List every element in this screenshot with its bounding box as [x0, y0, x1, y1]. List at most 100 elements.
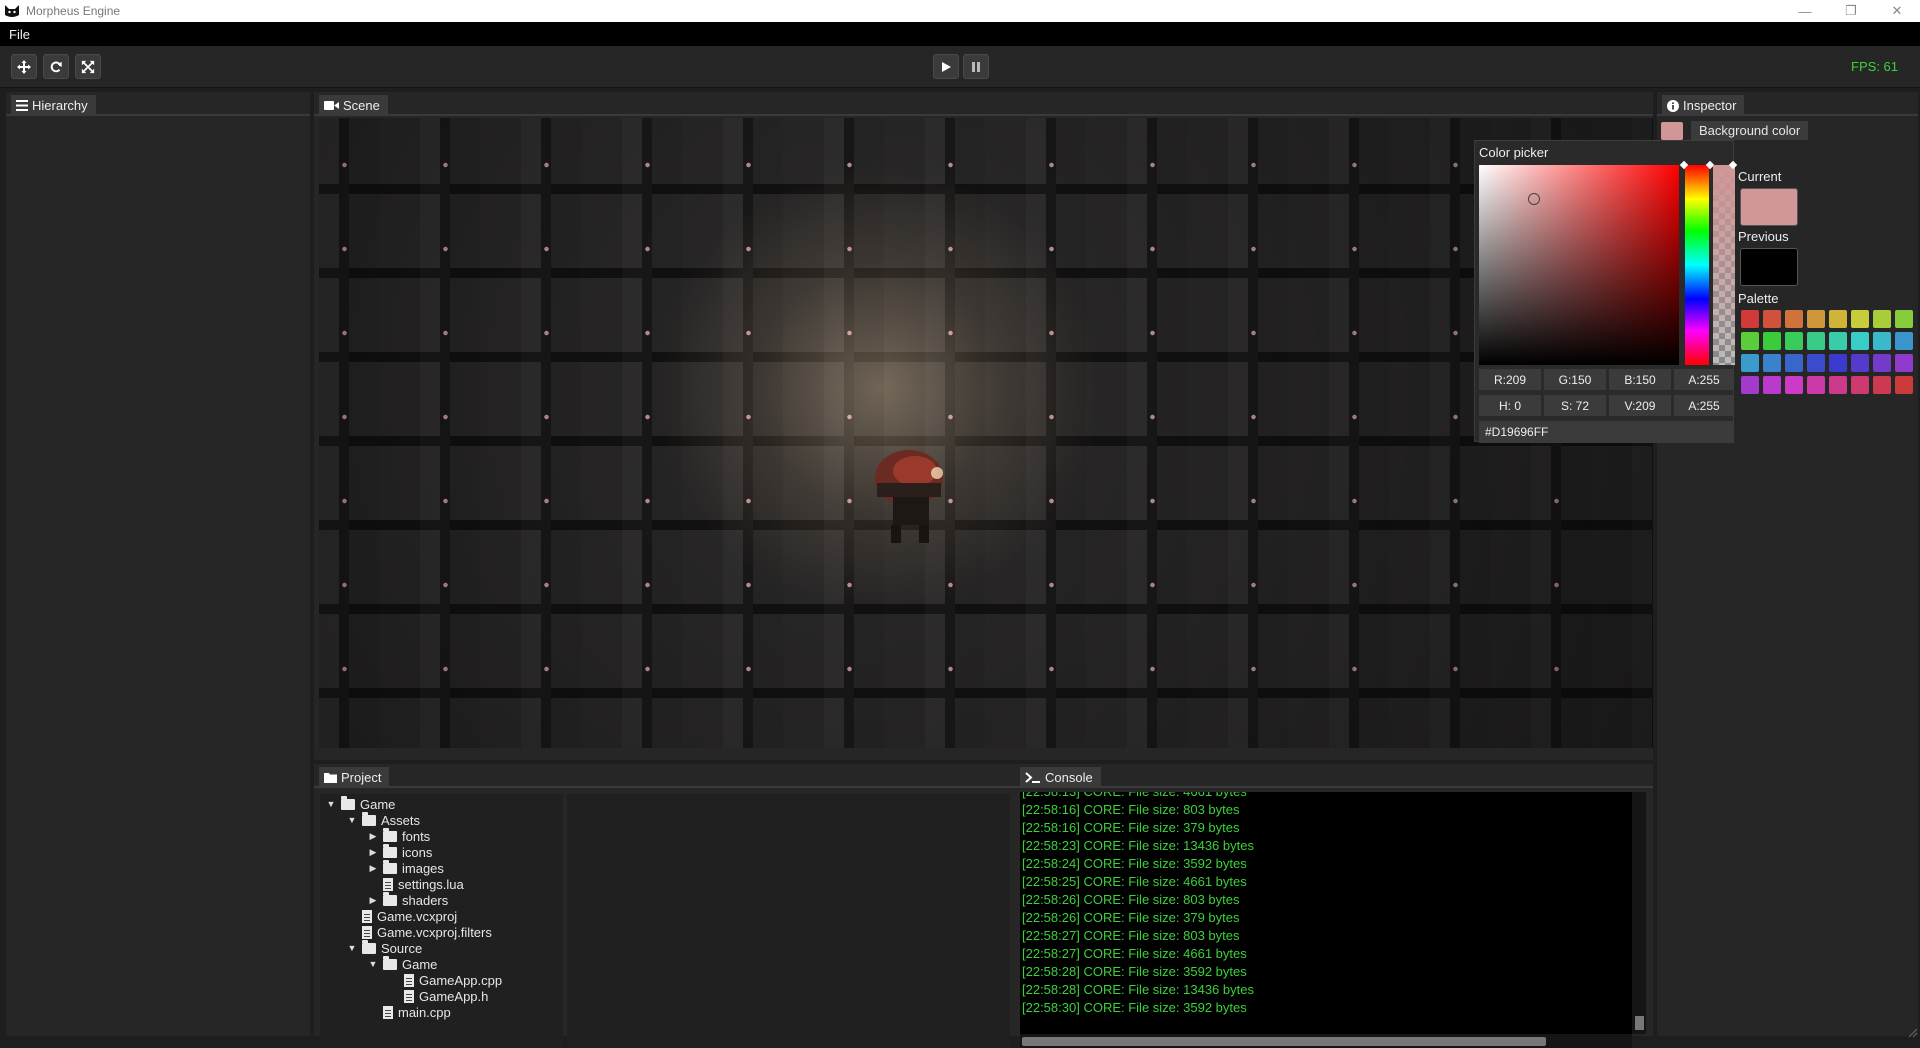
palette-swatch[interactable]	[1763, 332, 1781, 350]
rotate-tool-button[interactable]	[43, 54, 69, 79]
palette-swatch[interactable]	[1807, 332, 1825, 350]
palette-swatch[interactable]	[1851, 354, 1869, 372]
palette-swatch[interactable]	[1763, 376, 1781, 394]
alpha-field[interactable]: A:255	[1674, 369, 1734, 390]
palette-swatch[interactable]	[1741, 354, 1759, 372]
tab-project[interactable]: Project	[319, 767, 389, 788]
palette-swatch[interactable]	[1851, 310, 1869, 328]
palette-swatch[interactable]	[1807, 354, 1825, 372]
tree-item-game-vcxproj-filters[interactable]: Game.vcxproj.filters	[347, 924, 492, 940]
collapse-right-icon[interactable]: ▶	[368, 895, 378, 906]
tree-item-gameapp-h[interactable]: GameApp.h	[389, 988, 488, 1004]
palette-swatch[interactable]	[1785, 332, 1803, 350]
value-field[interactable]: V:209	[1609, 395, 1671, 416]
palette-swatch[interactable]	[1895, 310, 1913, 328]
hue-field[interactable]: H: 0	[1479, 395, 1541, 416]
palette-swatch[interactable]	[1807, 310, 1825, 328]
close-button[interactable]: ✕	[1874, 0, 1920, 22]
background-color-swatch[interactable]	[1661, 122, 1683, 140]
alpha-slider[interactable]	[1713, 165, 1735, 365]
blue-field[interactable]: B:150	[1609, 369, 1671, 390]
scene-viewport[interactable]	[319, 118, 1653, 748]
tree-item-settings-lua[interactable]: settings.lua	[368, 876, 464, 892]
palette-swatch[interactable]	[1873, 354, 1891, 372]
palette-swatch[interactable]	[1785, 310, 1803, 328]
collapse-right-icon[interactable]: ▶	[368, 863, 378, 874]
menu-file[interactable]: File	[0, 27, 39, 42]
tree-item-source[interactable]: ▼Source	[347, 940, 422, 956]
restore-button[interactable]: ❐	[1828, 0, 1874, 22]
alpha-field-hsv[interactable]: A:255	[1674, 395, 1734, 416]
sv-cursor[interactable]	[1528, 193, 1540, 205]
tree-item-label: Assets	[381, 813, 420, 828]
palette-swatch[interactable]	[1785, 376, 1803, 394]
console-horizontal-scrollbar[interactable]	[1020, 1034, 1632, 1048]
tree-item-label: settings.lua	[398, 877, 464, 892]
palette-swatch[interactable]	[1763, 354, 1781, 372]
scale-tool-button[interactable]	[75, 54, 101, 79]
tree-item-assets[interactable]: ▼ Assets	[347, 812, 420, 828]
palette-swatch[interactable]	[1851, 376, 1869, 394]
palette-swatch[interactable]	[1741, 332, 1759, 350]
tab-hierarchy[interactable]: Hierarchy	[11, 95, 96, 116]
saturation-value-area[interactable]	[1479, 165, 1679, 365]
expand-down-icon[interactable]: ▼	[347, 943, 357, 953]
tab-label: Project	[341, 770, 381, 785]
minimize-button[interactable]: —	[1782, 0, 1828, 22]
palette-swatch[interactable]	[1851, 332, 1869, 350]
tree-item-label: shaders	[402, 893, 448, 908]
tree-item-shaders[interactable]: ▶ shaders	[368, 892, 448, 908]
green-field[interactable]: G:150	[1544, 369, 1606, 390]
tree-item-main-cpp[interactable]: main.cpp	[368, 1004, 451, 1020]
saturation-field[interactable]: S: 72	[1544, 395, 1606, 416]
console-line: [22:58:28] CORE: File size: 13436 bytes	[1022, 982, 1254, 997]
tree-item-fonts[interactable]: ▶fonts	[368, 828, 430, 844]
resize-grip-icon[interactable]	[1908, 1028, 1918, 1038]
tree-item-gameapp-cpp[interactable]: GameApp.cpp	[389, 972, 502, 988]
palette-swatch[interactable]	[1873, 310, 1891, 328]
expand-down-icon[interactable]: ▼	[368, 959, 378, 969]
tab-inspector[interactable]: Inspector	[1662, 95, 1744, 116]
tab-scene[interactable]: Scene	[319, 95, 388, 116]
tab-console[interactable]: Console	[1020, 767, 1101, 788]
tree-item-label: GameApp.cpp	[419, 973, 502, 988]
console-output[interactable]: [22:58:13] CORE: File size: 4661 bytes[2…	[1020, 792, 1632, 1034]
collapse-right-icon[interactable]: ▶	[368, 847, 378, 858]
palette-swatch[interactable]	[1829, 332, 1847, 350]
palette-swatch[interactable]	[1895, 332, 1913, 350]
pause-button[interactable]	[963, 54, 989, 79]
collapse-right-icon[interactable]: ▶	[368, 831, 378, 842]
move-tool-button[interactable]	[11, 54, 37, 79]
tree-item-game[interactable]: ▼Game	[368, 956, 437, 972]
file-icon	[404, 974, 414, 987]
palette-swatch[interactable]	[1785, 354, 1803, 372]
palette-swatch[interactable]	[1895, 376, 1913, 394]
hex-input[interactable]: #D19696FF	[1479, 421, 1734, 443]
console-vertical-scrollbar[interactable]	[1632, 792, 1646, 1034]
file-icon	[383, 878, 393, 891]
asset-browser-pane[interactable]	[567, 794, 1010, 1048]
palette-swatch[interactable]	[1895, 354, 1913, 372]
tab-label: Inspector	[1683, 98, 1736, 113]
tree-item-icons[interactable]: ▶icons	[368, 844, 432, 860]
palette-swatch[interactable]	[1829, 354, 1847, 372]
play-button[interactable]	[933, 54, 959, 79]
palette-swatch[interactable]	[1741, 376, 1759, 394]
palette-swatch[interactable]	[1829, 310, 1847, 328]
expand-down-icon[interactable]: ▼	[326, 799, 336, 809]
previous-color-swatch[interactable]	[1740, 248, 1798, 286]
tree-item-images[interactable]: ▶ images	[368, 860, 444, 876]
tree-item-game[interactable]: ▼Game	[326, 796, 395, 812]
palette-swatch[interactable]	[1741, 310, 1759, 328]
red-field[interactable]: R:209	[1479, 369, 1541, 390]
console-line: [22:58:28] CORE: File size: 3592 bytes	[1022, 964, 1247, 979]
palette-swatch[interactable]	[1829, 376, 1847, 394]
tree-item-game-vcxproj[interactable]: Game.vcxproj	[347, 908, 457, 924]
palette-swatch[interactable]	[1873, 376, 1891, 394]
palette-swatch[interactable]	[1873, 332, 1891, 350]
palette-swatch[interactable]	[1807, 376, 1825, 394]
hue-slider[interactable]	[1685, 165, 1709, 365]
palette-swatch[interactable]	[1763, 310, 1781, 328]
tree-item-label: images	[402, 861, 444, 876]
expand-down-icon[interactable]: ▼	[347, 815, 357, 825]
